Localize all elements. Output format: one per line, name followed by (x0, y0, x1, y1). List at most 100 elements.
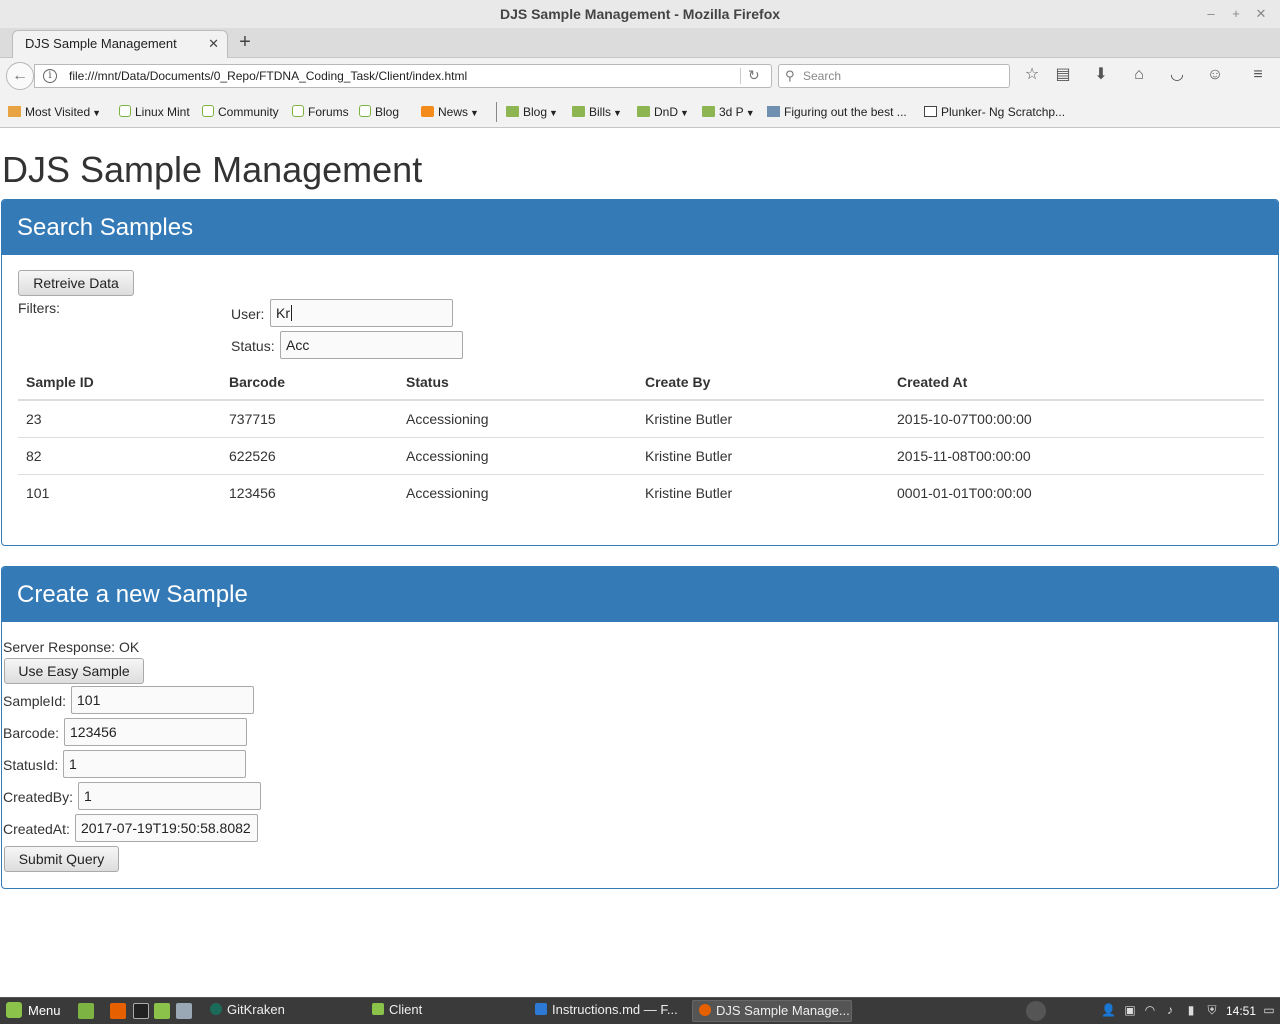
star-icon[interactable]: ☆ (1021, 64, 1043, 86)
tab-close-icon[interactable]: ✕ (208, 31, 219, 57)
created-by-label: CreatedBy: (3, 789, 74, 805)
minimize-icon[interactable]: – (1200, 0, 1222, 28)
submit-query-button[interactable]: Submit Query (4, 846, 119, 872)
cell-created-at: 0001-01-01T00:00:00 (889, 473, 1264, 511)
maximize-icon[interactable]: + (1225, 0, 1247, 28)
col-status[interactable]: Status (398, 364, 637, 401)
bookmark-forums[interactable]: Forums (292, 104, 349, 120)
mint-logo-icon (6, 1002, 22, 1018)
files-icon[interactable] (154, 1003, 170, 1019)
bookmarks-toolbar: Most Visited ▼ Linux Mint Community Forum… (0, 94, 1280, 128)
bookmark-figuring-out[interactable]: Figuring out the best ... (767, 104, 907, 120)
download-icon[interactable]: ⬇ (1090, 64, 1112, 86)
volume-icon[interactable]: ♪ (1163, 1003, 1177, 1017)
screenshot-icon[interactable] (176, 1003, 192, 1019)
user-filter-label: User: (231, 306, 265, 322)
use-easy-sample-button[interactable]: Use Easy Sample (4, 658, 144, 684)
terminal-icon[interactable] (133, 1003, 149, 1019)
bookmark-most-visited[interactable]: Most Visited ▼ (8, 104, 101, 120)
new-tab-icon[interactable]: + (235, 30, 255, 56)
created-by-input[interactable]: 1 (78, 782, 261, 810)
plunker-icon (924, 106, 937, 117)
mint-icon (119, 105, 131, 117)
cell-sample-id: 101 (18, 473, 221, 511)
bookmark-plunker[interactable]: Plunker- Ng Scratchp... (924, 104, 1065, 120)
system-monitor-icon[interactable] (1026, 1001, 1046, 1021)
reading-list-icon[interactable]: ▤ (1052, 64, 1074, 86)
search-icon: ⚲ (785, 68, 795, 83)
status-id-label: StatusId: (3, 757, 59, 773)
page-title: DJS Sample Management (2, 149, 423, 190)
bookmark-news[interactable]: News ▼ (421, 104, 479, 120)
wifi-icon[interactable]: ◠ (1143, 1003, 1157, 1017)
server-response: Server Response: OK (3, 639, 140, 655)
update-manager-icon[interactable]: ▣ (1123, 1003, 1137, 1017)
url-text: file:///mnt/Data/Documents/0_Repo/FTDNA_… (69, 69, 468, 83)
bookmark-folder-blog[interactable]: Blog ▼ (506, 104, 558, 120)
col-barcode[interactable]: Barcode (221, 364, 398, 401)
samples-table: Sample ID Barcode Status Create By Creat… (18, 364, 1264, 511)
user-filter-input[interactable]: Kr (270, 299, 453, 327)
sample-id-input[interactable]: 101 (71, 686, 254, 714)
table-row: 82 622526 Accessioning Kristine Butler 2… (18, 436, 1264, 474)
col-create-by[interactable]: Create By (637, 364, 889, 401)
chevron-down-icon: ▼ (92, 108, 102, 118)
bookmark-separator (496, 102, 497, 122)
start-menu-button[interactable]: Menu (6, 1002, 61, 1020)
user-icon[interactable]: 👤 (1101, 1003, 1116, 1017)
created-at-label: CreatedAt: (3, 821, 70, 837)
cell-sample-id: 82 (18, 436, 221, 474)
mint-icon (292, 105, 304, 117)
status-filter-input[interactable]: Acc (280, 331, 463, 359)
url-bar[interactable]: i file:///mnt/Data/Documents/0_Repo/FTDN… (34, 64, 772, 88)
status-id-input[interactable]: 1 (63, 750, 246, 778)
bookmark-blog[interactable]: Blog (359, 104, 399, 120)
info-icon[interactable]: i (43, 69, 57, 83)
create-panel-heading: Create a new Sample (2, 567, 1278, 622)
clock[interactable]: 14:51 (1226, 1002, 1256, 1020)
col-sample-id[interactable]: Sample ID (18, 364, 221, 401)
bookmark-community[interactable]: Community (202, 104, 279, 120)
bookmark-folder-3dp[interactable]: 3d P ▼ (702, 104, 755, 120)
gitkraken-icon (210, 1003, 222, 1015)
tab-strip: DJS Sample Management ✕ + (0, 28, 1280, 59)
task-instructions[interactable]: Instructions.md — F... (529, 1000, 689, 1022)
search-input[interactable]: ⚲ Search (778, 64, 1010, 88)
search-panel-heading: Search Samples (2, 200, 1278, 255)
barcode-input[interactable]: 123456 (64, 718, 247, 746)
created-at-input[interactable]: 2017-07-19T19:50:58.8082 (75, 814, 258, 842)
bookmark-folder-dnd[interactable]: DnD ▼ (637, 104, 689, 120)
tab-djs-sample-management[interactable]: DJS Sample Management ✕ (12, 30, 228, 59)
window-titlebar: DJS Sample Management - Mozilla Firefox (0, 0, 1280, 28)
bookmark-folder-bills[interactable]: Bills ▼ (572, 104, 622, 120)
col-created-at[interactable]: Created At (889, 364, 1264, 401)
task-djs-sample-management[interactable]: DJS Sample Manage... (692, 1000, 852, 1022)
retrieve-data-button[interactable]: Retreive Data (18, 270, 134, 296)
bookmark-linux-mint[interactable]: Linux Mint (119, 104, 190, 120)
folder-icon (637, 106, 650, 117)
cell-status: Accessioning (398, 473, 637, 511)
battery-icon[interactable]: ▮ (1184, 1003, 1198, 1017)
reload-icon[interactable]: ↻ (748, 67, 760, 84)
table-row: 101 123456 Accessioning Kristine Butler … (18, 473, 1264, 511)
task-client[interactable]: Client (366, 1000, 526, 1022)
chevron-down-icon: ▼ (680, 108, 689, 118)
url-divider (740, 68, 741, 84)
firefox-icon[interactable] (110, 1003, 126, 1019)
shield-icon[interactable]: ⛨ (1205, 1003, 1219, 1017)
chevron-down-icon: ▼ (613, 108, 622, 118)
home-icon[interactable]: ⌂ (1128, 64, 1150, 86)
close-window-icon[interactable]: ✕ (1250, 0, 1272, 28)
page-content: DJS Sample Management Search Samples Ret… (0, 129, 1280, 995)
show-desktop-icon[interactable]: ▭ (1262, 1003, 1276, 1017)
taskbar: Menu GitKraken Client Instructions.md — … (0, 997, 1280, 1024)
ghost-icon[interactable]: ☺ (1204, 64, 1226, 86)
desktop-icon[interactable] (78, 1003, 94, 1019)
hamburger-menu-icon[interactable]: ≡ (1247, 64, 1269, 86)
task-gitkraken[interactable]: GitKraken (204, 1000, 364, 1022)
mint-icon (359, 105, 371, 117)
cell-barcode: 737715 (229, 410, 276, 427)
folder-icon (8, 106, 21, 117)
pocket-icon[interactable]: ◡ (1166, 64, 1188, 86)
back-icon[interactable]: ← (6, 62, 34, 90)
